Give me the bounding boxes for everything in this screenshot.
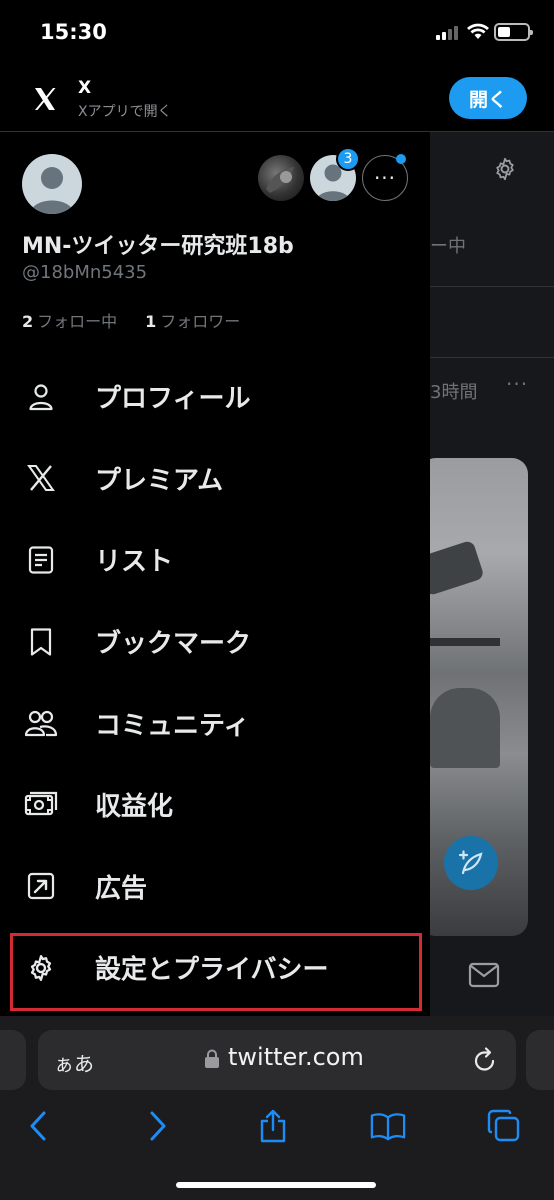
person-icon <box>24 380 58 414</box>
chevron-left-icon <box>30 1111 46 1141</box>
drawer-menu: プロフィール プレミアム リスト ブックマーク コミュニティ 収益化 広告 設定… <box>0 356 430 1011</box>
status-time: 15:30 <box>40 20 107 44</box>
menu-item-settings-privacy[interactable]: 設定とプライバシー <box>0 927 430 1011</box>
unread-dot <box>396 154 406 164</box>
default-avatar-icon <box>30 167 74 214</box>
menu-item-label: 広告 <box>95 873 148 904</box>
url-text: twitter.com <box>228 1043 364 1071</box>
menu-item-label: コミュニティ <box>95 710 250 741</box>
address-bar[interactable]: ぁあ twitter.com <box>38 1030 516 1090</box>
menu-item-label: 設定とプライバシー <box>95 955 329 986</box>
chevron-right-icon <box>150 1111 166 1141</box>
divider <box>430 357 554 358</box>
next-tab-preview[interactable] <box>526 1030 554 1090</box>
menu-item-monetization[interactable]: 収益化 <box>0 764 430 846</box>
signal-icon <box>436 26 458 40</box>
compose-feather-icon <box>458 850 483 875</box>
compose-post-button[interactable] <box>444 836 498 890</box>
share-button[interactable] <box>255 1108 291 1144</box>
menu-item-label: ブックマーク <box>95 629 252 660</box>
menu-item-lists[interactable]: リスト <box>0 519 430 601</box>
battery-icon <box>494 23 533 41</box>
browser-toolbar: ぁあ twitter.com <box>0 1016 554 1200</box>
settings-gear-icon[interactable] <box>492 156 518 182</box>
avatar[interactable] <box>22 154 82 214</box>
lock-icon <box>205 1049 219 1068</box>
previous-tab-preview[interactable] <box>0 1030 26 1090</box>
community-icon <box>24 706 58 740</box>
post-time-fragment: 3時間 <box>430 382 478 403</box>
money-icon <box>24 788 58 822</box>
back-button[interactable] <box>20 1108 56 1144</box>
followers-count: 1 <box>145 312 157 331</box>
menu-item-communities[interactable]: コミュニティ <box>0 682 430 764</box>
following-count: 2 <box>22 312 34 331</box>
bookmarks-button[interactable] <box>370 1108 406 1144</box>
book-icon <box>370 1113 406 1141</box>
home-indicator <box>176 1182 376 1188</box>
bookmark-icon <box>24 625 58 659</box>
gear-icon <box>24 951 58 985</box>
share-icon <box>260 1109 286 1143</box>
menu-item-label: リスト <box>95 547 174 578</box>
followers-label: フォロワー <box>160 312 241 331</box>
notification-badge: 3 <box>336 147 360 171</box>
menu-item-bookmarks[interactable]: ブックマーク <box>0 601 430 683</box>
forward-button[interactable] <box>140 1108 176 1144</box>
x-logo-icon <box>24 461 58 495</box>
background-timeline: ー中 3時間 ··· <box>430 132 554 1016</box>
ads-icon <box>24 869 58 903</box>
followers-link[interactable]: 1 フォロワー <box>145 312 240 331</box>
menu-item-ads[interactable]: 広告 <box>0 846 430 928</box>
menu-item-profile[interactable]: プロフィール <box>0 356 430 438</box>
menu-item-label: 収益化 <box>95 792 174 823</box>
tabs-button[interactable] <box>486 1108 522 1144</box>
display-name[interactable]: MN-ツイッター研究班18b <box>22 228 294 260</box>
tabs-icon <box>487 1109 520 1142</box>
account-photo-icon <box>266 167 294 193</box>
following-link[interactable]: 2 フォロー中 <box>22 312 117 331</box>
switch-account-avatar[interactable] <box>258 155 304 201</box>
x-app-logo-icon <box>26 80 64 118</box>
tab-fragment-following: ー中 <box>430 236 466 257</box>
banner-subtitle: Xアプリで開く <box>78 104 172 120</box>
menu-item-premium[interactable]: プレミアム <box>0 438 430 520</box>
messages-icon[interactable] <box>468 962 500 988</box>
menu-item-label: プロフィール <box>95 384 251 415</box>
app-banner: X Xアプリで開く 開く <box>0 66 554 132</box>
user-handle: @18bMn5435 <box>22 262 148 283</box>
side-drawer: 3 ··· MN-ツイッター研究班18b @18bMn5435 2 フォロー中 1 フ… <box>0 132 430 1016</box>
reload-icon[interactable] <box>472 1046 498 1074</box>
open-app-button[interactable]: 開く <box>449 77 527 119</box>
status-bar: 15:30 <box>0 0 554 66</box>
post-more-icon[interactable]: ··· <box>506 372 528 396</box>
follow-stats: 2 フォロー中 1 フォロワー <box>22 308 240 332</box>
divider <box>430 286 554 287</box>
list-icon <box>24 543 58 577</box>
banner-app-name: X <box>78 78 92 98</box>
text-size-button[interactable]: ぁあ <box>54 1048 94 1077</box>
following-label: フォロー中 <box>37 312 118 331</box>
wifi-icon <box>467 23 489 39</box>
menu-item-label: プレミアム <box>95 465 224 496</box>
